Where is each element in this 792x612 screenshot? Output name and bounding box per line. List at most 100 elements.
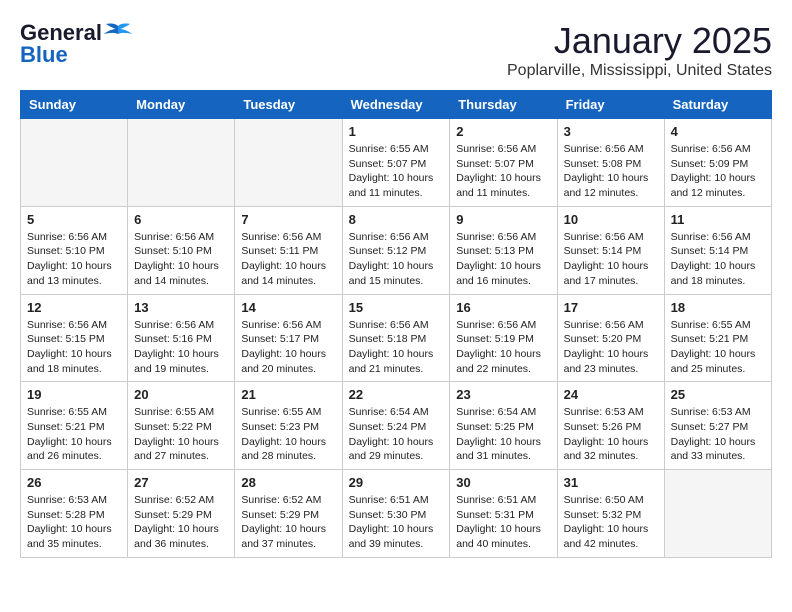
col-sunday: Sunday [21,91,128,119]
day-info: Sunrise: 6:52 AM Sunset: 5:29 PM Dayligh… [134,493,228,552]
table-row: 12 Sunrise: 6:56 AM Sunset: 5:15 PM Dayli… [21,294,128,382]
table-row: 23 Sunrise: 6:54 AM Sunset: 5:25 PM Dayli… [450,382,557,470]
table-row: 9Sunrise: 6:56 AM Sunset: 5:13 PM Daylig… [450,206,557,294]
day-number: 27 [134,475,228,490]
day-number: 10 [564,212,658,227]
col-tuesday: Tuesday [235,91,342,119]
logo-bird-icon [104,22,132,44]
day-info: Sunrise: 6:53 AM Sunset: 5:26 PM Dayligh… [564,405,658,464]
day-info: Sunrise: 6:53 AM Sunset: 5:28 PM Dayligh… [27,493,121,552]
day-info: Sunrise: 6:56 AM Sunset: 5:18 PM Dayligh… [349,318,444,377]
day-number: 25 [671,387,765,402]
day-info: Sunrise: 6:53 AM Sunset: 5:27 PM Dayligh… [671,405,765,464]
table-row: 14Sunrise: 6:56 AM Sunset: 5:17 PM Dayli… [235,294,342,382]
table-row: 15 Sunrise: 6:56 AM Sunset: 5:18 PM Dayli… [342,294,450,382]
table-row: 13Sunrise: 6:56 AM Sunset: 5:16 PM Dayli… [128,294,235,382]
day-info: Sunrise: 6:51 AM Sunset: 5:31 PM Dayligh… [456,493,550,552]
day-number: 19 [27,387,121,402]
day-info: Sunrise: 6:56 AM Sunset: 5:19 PM Dayligh… [456,318,550,377]
table-row: 6 Sunrise: 6:56 AM Sunset: 5:10 PM Daylig… [128,206,235,294]
table-row: 18 Sunrise: 6:55 AM Sunset: 5:21 PM Dayli… [664,294,771,382]
col-friday: Friday [557,91,664,119]
table-row: 31 Sunrise: 6:50 AM Sunset: 5:32 PM Dayli… [557,470,664,558]
table-row: 30Sunrise: 6:51 AM Sunset: 5:31 PM Dayli… [450,470,557,558]
day-number: 29 [349,475,444,490]
table-row: 24 Sunrise: 6:53 AM Sunset: 5:26 PM Dayli… [557,382,664,470]
table-row: 22Sunrise: 6:54 AM Sunset: 5:24 PM Dayli… [342,382,450,470]
day-number: 5 [27,212,121,227]
table-row: 11 Sunrise: 6:56 AM Sunset: 5:14 PM Dayli… [664,206,771,294]
table-row: 16 Sunrise: 6:56 AM Sunset: 5:19 PM Dayli… [450,294,557,382]
day-number: 1 [349,124,444,139]
col-wednesday: Wednesday [342,91,450,119]
day-number: 16 [456,300,550,315]
calendar-title: January 2025 [507,20,772,62]
table-row: 26 Sunrise: 6:53 AM Sunset: 5:28 PM Dayli… [21,470,128,558]
col-saturday: Saturday [664,91,771,119]
day-info: Sunrise: 6:56 AM Sunset: 5:10 PM Dayligh… [27,230,121,289]
day-info: Sunrise: 6:55 AM Sunset: 5:07 PM Dayligh… [349,142,444,201]
day-number: 7 [241,212,335,227]
header-row: Sunday Monday Tuesday Wednesday Thursday… [21,91,772,119]
day-number: 20 [134,387,228,402]
day-number: 18 [671,300,765,315]
day-info: Sunrise: 6:54 AM Sunset: 5:25 PM Dayligh… [456,405,550,464]
table-row: 4Sunrise: 6:56 AM Sunset: 5:09 PM Daylig… [664,119,771,207]
day-number: 4 [671,124,765,139]
day-info: Sunrise: 6:56 AM Sunset: 5:07 PM Dayligh… [456,142,550,201]
calendar-subtitle: Poplarville, Mississippi, United States [507,62,772,80]
day-info: Sunrise: 6:56 AM Sunset: 5:14 PM Dayligh… [671,230,765,289]
day-number: 11 [671,212,765,227]
table-row: 1 Sunrise: 6:55 AM Sunset: 5:07 PM Daylig… [342,119,450,207]
calendar-week-row: 5 Sunrise: 6:56 AM Sunset: 5:10 PM Daylig… [21,206,772,294]
table-row: 29Sunrise: 6:51 AM Sunset: 5:30 PM Dayli… [342,470,450,558]
table-row [128,119,235,207]
table-row [21,119,128,207]
calendar-week-row: 1 Sunrise: 6:55 AM Sunset: 5:07 PM Daylig… [21,119,772,207]
table-row: 10Sunrise: 6:56 AM Sunset: 5:14 PM Dayli… [557,206,664,294]
day-number: 23 [456,387,550,402]
col-monday: Monday [128,91,235,119]
day-info: Sunrise: 6:52 AM Sunset: 5:29 PM Dayligh… [241,493,335,552]
day-info: Sunrise: 6:50 AM Sunset: 5:32 PM Dayligh… [564,493,658,552]
calendar-week-row: 12 Sunrise: 6:56 AM Sunset: 5:15 PM Dayli… [21,294,772,382]
day-number: 26 [27,475,121,490]
day-info: Sunrise: 6:56 AM Sunset: 5:11 PM Dayligh… [241,230,335,289]
table-row: 7 Sunrise: 6:56 AM Sunset: 5:11 PM Daylig… [235,206,342,294]
day-info: Sunrise: 6:55 AM Sunset: 5:21 PM Dayligh… [671,318,765,377]
day-number: 8 [349,212,444,227]
logo: General Blue [20,20,132,68]
day-number: 31 [564,475,658,490]
day-info: Sunrise: 6:55 AM Sunset: 5:23 PM Dayligh… [241,405,335,464]
day-info: Sunrise: 6:56 AM Sunset: 5:12 PM Dayligh… [349,230,444,289]
table-row: 27 Sunrise: 6:52 AM Sunset: 5:29 PM Dayli… [128,470,235,558]
table-row [664,470,771,558]
day-number: 12 [27,300,121,315]
day-number: 6 [134,212,228,227]
day-number: 13 [134,300,228,315]
title-block: January 2025 Poplarville, Mississippi, U… [507,20,772,80]
day-number: 14 [241,300,335,315]
calendar-table: Sunday Monday Tuesday Wednesday Thursday… [20,90,772,558]
day-number: 17 [564,300,658,315]
table-row: 3Sunrise: 6:56 AM Sunset: 5:08 PM Daylig… [557,119,664,207]
day-number: 9 [456,212,550,227]
table-row: 8 Sunrise: 6:56 AM Sunset: 5:12 PM Daylig… [342,206,450,294]
calendar-week-row: 19 Sunrise: 6:55 AM Sunset: 5:21 PM Dayli… [21,382,772,470]
day-number: 24 [564,387,658,402]
page-header: General Blue January 2025 Poplarville, M… [20,20,772,80]
day-number: 15 [349,300,444,315]
table-row [235,119,342,207]
day-info: Sunrise: 6:56 AM Sunset: 5:20 PM Dayligh… [564,318,658,377]
table-row: 25 Sunrise: 6:53 AM Sunset: 5:27 PM Dayli… [664,382,771,470]
day-info: Sunrise: 6:56 AM Sunset: 5:15 PM Dayligh… [27,318,121,377]
day-info: Sunrise: 6:56 AM Sunset: 5:10 PM Dayligh… [134,230,228,289]
day-info: Sunrise: 6:56 AM Sunset: 5:08 PM Dayligh… [564,142,658,201]
logo-blue-text: Blue [20,42,68,68]
col-thursday: Thursday [450,91,557,119]
table-row: 2 Sunrise: 6:56 AM Sunset: 5:07 PM Daylig… [450,119,557,207]
table-row: 17 Sunrise: 6:56 AM Sunset: 5:20 PM Dayli… [557,294,664,382]
day-number: 2 [456,124,550,139]
table-row: 21Sunrise: 6:55 AM Sunset: 5:23 PM Dayli… [235,382,342,470]
day-info: Sunrise: 6:55 AM Sunset: 5:21 PM Dayligh… [27,405,121,464]
